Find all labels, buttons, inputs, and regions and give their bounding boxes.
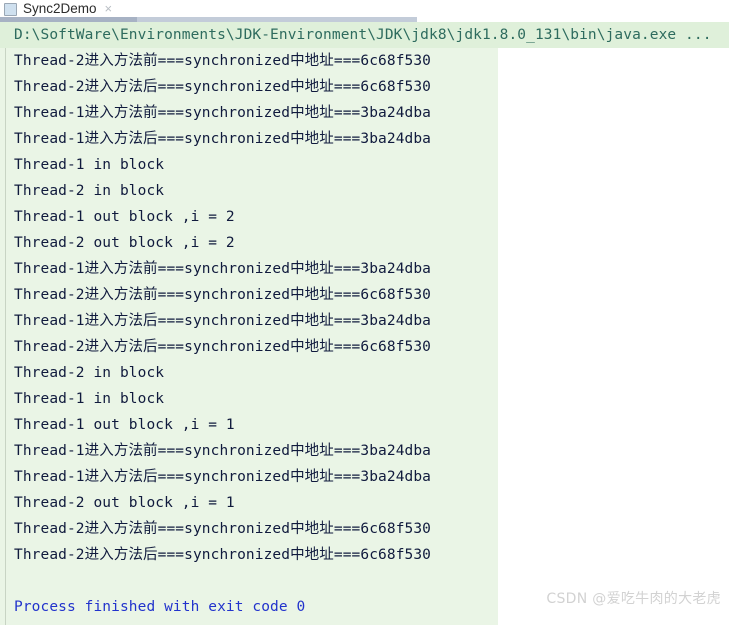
console-line: Thread-2 out block ,i = 1 [14,495,235,511]
run-configuration-icon [4,3,17,16]
console-line: Thread-1 in block [14,391,165,407]
console-line: Thread-1进入方法后===synchronized中地址===3ba24d… [14,469,432,485]
console-line: Thread-2进入方法前===synchronized中地址===6c68f5… [14,53,432,69]
console-line: Thread-2进入方法前===synchronized中地址===6c68f5… [14,287,432,303]
console-line: Thread-1 out block ,i = 1 [14,417,235,433]
console-line: Thread-1 in block [14,157,165,173]
console-line: Thread-2进入方法后===synchronized中地址===6c68f5… [14,79,432,95]
close-icon[interactable]: × [105,0,113,17]
console-command-line: D:\SoftWare\Environments\JDK-Environment… [0,22,729,48]
console-line: Thread-2进入方法后===synchronized中地址===6c68f5… [14,547,432,563]
console-line: Thread-2 in block [14,183,165,199]
console-line: Thread-1进入方法后===synchronized中地址===3ba24d… [14,131,432,147]
tab-label: Sync2Demo [23,1,97,16]
console-line: Thread-2进入方法前===synchronized中地址===6c68f5… [14,521,432,537]
console-lines: D:\SoftWare\Environments\JDK-Environment… [0,22,729,620]
console-line: Thread-2 in block [14,365,165,381]
console-line: Thread-1进入方法前===synchronized中地址===3ba24d… [14,443,432,459]
console-line: Thread-1进入方法前===synchronized中地址===3ba24d… [14,261,432,277]
tab-bar: Sync2Demo × [0,0,729,17]
tab-sync2demo[interactable]: Sync2Demo × [0,0,119,17]
console-line: Thread-1进入方法后===synchronized中地址===3ba24d… [14,313,432,329]
console-line: Thread-2进入方法后===synchronized中地址===6c68f5… [14,339,432,355]
csdn-watermark: CSDN @爱吃牛肉的大老虎 [546,591,721,607]
console-line: Thread-1进入方法前===synchronized中地址===3ba24d… [14,105,432,121]
console-line: Thread-1 out block ,i = 2 [14,209,235,225]
console-line: Thread-2 out block ,i = 2 [14,235,235,251]
